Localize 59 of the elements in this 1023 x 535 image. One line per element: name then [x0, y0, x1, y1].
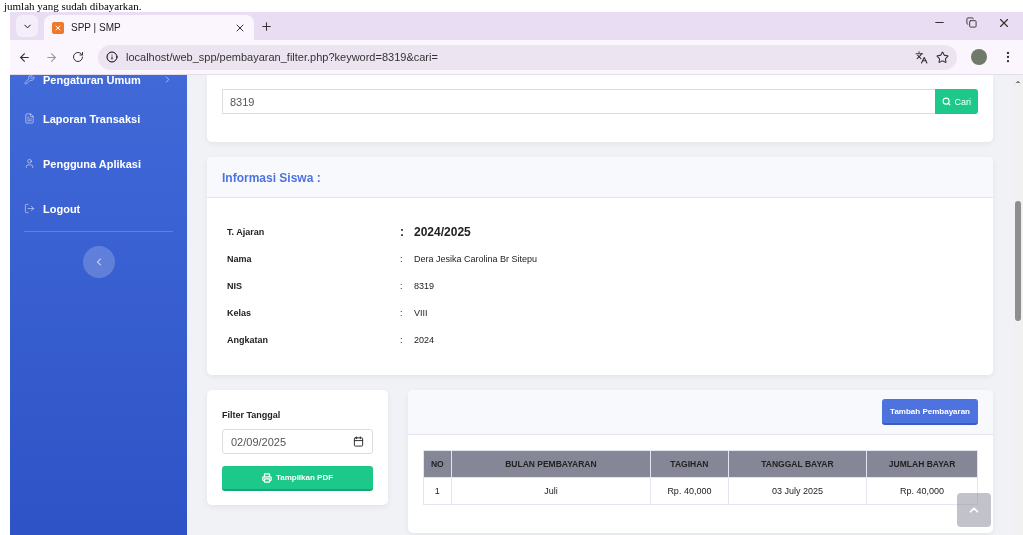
date-field[interactable]: 02/09/2025	[222, 429, 373, 454]
field-value: : VIII	[400, 306, 429, 320]
add-payment-button[interactable]: Tambah Pembayaran	[882, 399, 978, 425]
search-icon	[942, 97, 952, 106]
bookmark-star-button[interactable]	[936, 50, 949, 64]
star-icon	[936, 50, 949, 64]
translate-button[interactable]	[915, 50, 928, 64]
field-value: : Dera Jesika Carolina Br Sitepu	[400, 252, 539, 266]
field-label: NIS	[227, 279, 243, 293]
reload-icon	[72, 51, 84, 63]
printer-icon	[261, 472, 272, 483]
sidebar-item[interactable]: Pengaturan Umum	[24, 75, 173, 96]
column-header: JUMLAH BAYAR	[866, 450, 978, 478]
field-label: Angkatan	[227, 333, 269, 347]
restore-button[interactable]	[966, 15, 977, 30]
sidebar-item[interactable]: Logout	[24, 186, 173, 231]
info-icon	[106, 51, 118, 63]
column-header: NO	[423, 450, 452, 478]
field-label: Kelas	[227, 306, 253, 320]
table-cell: Rp. 40,000	[650, 477, 729, 505]
field-label: T. Ajaran	[227, 225, 266, 239]
search-field[interactable]: 8319	[222, 89, 936, 114]
document-text: jumlah yang sudah dibayarkan.	[2, 0, 143, 12]
restore-icon	[966, 17, 977, 28]
filter-label: Filter Tanggal	[222, 410, 282, 420]
column-header: BULAN PEMBAYARAN	[451, 450, 651, 478]
scroll-up-icon	[1014, 78, 1022, 86]
scrollbar-thumb[interactable]	[1015, 201, 1021, 321]
translate-icon	[915, 50, 928, 64]
field-label: Nama	[227, 252, 253, 266]
forward-arrow-icon	[45, 50, 58, 64]
table-cell: 1	[423, 477, 452, 505]
sidebar-item-icon	[24, 113, 35, 124]
address-bar[interactable]: localhost/web_spp/pembayaran_filter.php?keyword=8319&cari=	[98, 44, 957, 70]
field-value: : 2024	[400, 333, 436, 347]
column-header: TAGIHAN	[650, 450, 729, 478]
back-arrow-icon	[18, 50, 31, 64]
card-title: Informasi Siswa :	[222, 171, 321, 185]
plus-icon	[260, 19, 273, 33]
forward-button[interactable]	[45, 50, 58, 64]
sidebar-item-icon	[24, 158, 35, 169]
sidebar-toggle-button[interactable]	[82, 246, 115, 278]
favicon-icon	[52, 21, 64, 34]
sidebar-item[interactable]: Pengguna Aplikasi	[24, 141, 173, 186]
back-button[interactable]	[18, 50, 31, 64]
field-value: : 2024/2025	[400, 223, 472, 241]
table-cell: 03 July 2025	[728, 477, 867, 505]
field-value: : 8319	[400, 279, 436, 293]
sidebar-item[interactable]: Laporan Transaksi	[24, 96, 173, 141]
table-cell: Rp. 40,000	[866, 477, 978, 505]
browser-tab[interactable]: SPP | SMP	[44, 15, 254, 40]
reload-button[interactable]	[72, 51, 84, 63]
sidebar-item-icon	[24, 203, 35, 214]
new-tab-button[interactable]	[260, 19, 273, 33]
profile-avatar[interactable]	[971, 49, 987, 65]
column-header: TANGGAL BAYAR	[728, 450, 867, 478]
sidebar-item-icon	[24, 75, 35, 85]
calendar-icon	[353, 436, 364, 447]
table-cell: Juli	[451, 477, 651, 505]
